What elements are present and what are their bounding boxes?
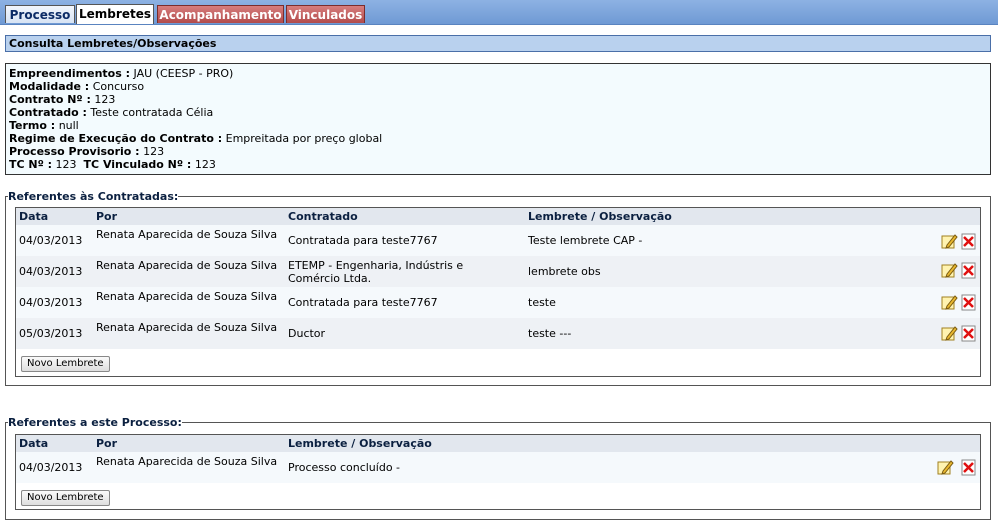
processo-provisorio-value: 123 — [143, 145, 165, 158]
table-row: 05/03/2013 Renata Aparecida de Souza Sil… — [16, 318, 980, 349]
row-data: 04/03/2013 — [19, 234, 83, 247]
table-row: 04/03/2013 Renata Aparecida de Souza Sil… — [16, 225, 980, 256]
processo-table: Data Por Lembrete / Observação 04/03/201… — [15, 434, 981, 510]
row-por: Renata Aparecida de Souza Silva — [96, 321, 278, 334]
processo-provisorio-label: Processo Provisorio : — [9, 145, 140, 158]
delete-x-icon[interactable] — [960, 325, 977, 342]
modalidade-value: Concurso — [92, 80, 145, 93]
row-por: Renata Aparecida de Souza Silva — [96, 455, 278, 468]
tc-value: 123 — [55, 158, 77, 171]
processo-legend: Referentes a este Processo: — [8, 416, 182, 429]
row-contratado: ETEMP - Engenharia, Indústris e Comércio… — [288, 259, 464, 285]
edit-pencil-icon[interactable] — [941, 233, 958, 250]
contrato-value: 123 — [94, 93, 116, 106]
header-contratado: Contratado — [288, 210, 358, 223]
header-por: Por — [96, 210, 118, 223]
header-data: Data — [19, 437, 49, 450]
table-header: Data Por Contratado Lembrete / Observaçã… — [16, 208, 980, 225]
delete-x-icon[interactable] — [960, 294, 977, 311]
termo-value: null — [58, 119, 79, 132]
tc-label: TC Nº : — [9, 158, 53, 171]
row-contratado: Ductor — [288, 327, 326, 340]
empreendimentos-value: JAU (CEESP - PRO) — [133, 67, 234, 80]
process-info-box: Empreendimentos : JAU (CEESP - PRO) Moda… — [5, 63, 991, 175]
contrato-label: Contrato Nº : — [9, 93, 91, 106]
header-lembrete: Lembrete / Observação — [288, 437, 432, 450]
row-lembrete: teste — [528, 296, 556, 309]
header-por: Por — [96, 437, 118, 450]
novo-lembrete-button[interactable]: Novo Lembrete — [21, 490, 110, 506]
regime-value: Empreitada por preço global — [225, 132, 383, 145]
row-lembrete: Teste lembrete CAP - — [528, 234, 643, 247]
row-por: Renata Aparecida de Souza Silva — [96, 259, 278, 272]
row-lembrete: lembrete obs — [528, 265, 601, 278]
empreendimentos-label: Empreendimentos : — [9, 67, 131, 80]
tc-vinculado-value: 123 — [194, 158, 216, 171]
tab-bar: Processo Lembretes Acompanhamento Vincul… — [0, 0, 998, 25]
header-lembrete: Lembrete / Observação — [528, 210, 672, 223]
tab-vinculados[interactable]: Vinculados — [286, 5, 365, 23]
edit-pencil-icon[interactable] — [941, 325, 958, 342]
table-row: 04/03/2013 Renata Aparecida de Souza Sil… — [16, 452, 980, 483]
table-row: 04/03/2013 Renata Aparecida de Souza Sil… — [16, 256, 980, 287]
contratado-value: Teste contratada Célia — [90, 106, 214, 119]
row-data: 04/03/2013 — [19, 296, 83, 309]
contratadas-legend: Referentes às Contratadas: — [8, 190, 179, 203]
tab-acompanhamento[interactable]: Acompanhamento — [157, 5, 284, 23]
page-title: Consulta Lembretes/Observações — [5, 35, 991, 52]
delete-x-icon[interactable] — [960, 233, 977, 250]
row-contratado: Contratada para teste7767 — [288, 234, 438, 247]
table-row: 04/03/2013 Renata Aparecida de Souza Sil… — [16, 287, 980, 318]
edit-pencil-icon[interactable] — [941, 262, 958, 279]
table-header: Data Por Lembrete / Observação — [16, 435, 980, 452]
contratado-label: Contratado : — [9, 106, 87, 119]
row-lembrete: Processo concluído - — [288, 461, 401, 474]
novo-lembrete-button[interactable]: Novo Lembrete — [21, 356, 110, 372]
delete-x-icon[interactable] — [960, 262, 977, 279]
tab-lembretes[interactable]: Lembretes — [76, 4, 154, 24]
modalidade-label: Modalidade : — [9, 80, 90, 93]
edit-pencil-icon[interactable] — [937, 459, 954, 476]
header-data: Data — [19, 210, 49, 223]
row-por: Renata Aparecida de Souza Silva — [96, 228, 278, 241]
tab-processo[interactable]: Processo — [5, 5, 75, 23]
row-lembrete: teste --- — [528, 327, 572, 340]
termo-label: Termo : — [9, 119, 56, 132]
row-data: 05/03/2013 — [19, 327, 83, 340]
regime-label: Regime de Execução do Contrato : — [9, 132, 223, 145]
row-contratado: Contratada para teste7767 — [288, 296, 438, 309]
row-data: 04/03/2013 — [19, 265, 83, 278]
row-data: 04/03/2013 — [19, 461, 83, 474]
tc-vinculado-label: TC Vinculado Nº : — [83, 158, 192, 171]
delete-x-icon[interactable] — [960, 459, 977, 476]
row-por: Renata Aparecida de Souza Silva — [96, 290, 278, 303]
edit-pencil-icon[interactable] — [941, 294, 958, 311]
contratadas-table: Data Por Contratado Lembrete / Observaçã… — [15, 207, 981, 377]
